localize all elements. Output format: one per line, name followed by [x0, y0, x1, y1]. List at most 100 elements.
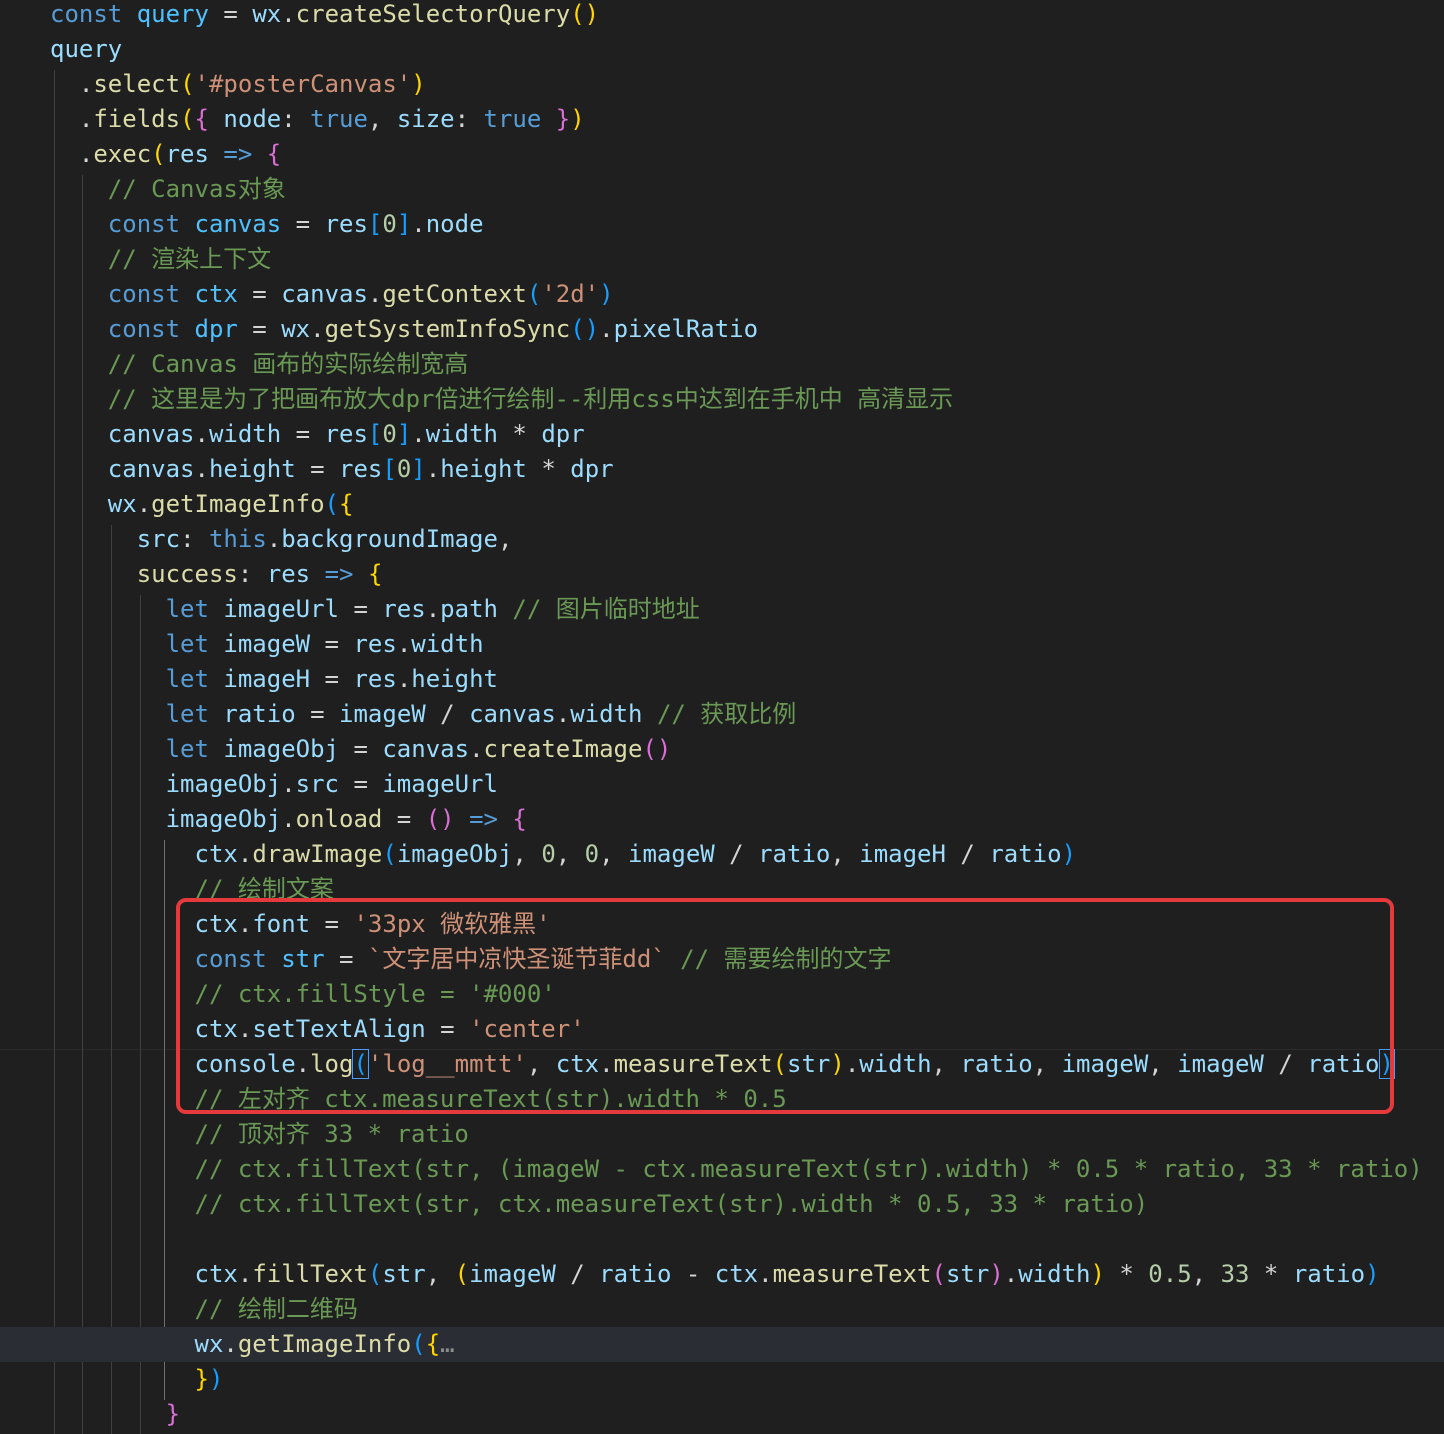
code-token: ( — [151, 140, 166, 168]
code-token: true — [483, 105, 542, 133]
code-line-content: const dpr = wx.getSystemInfoSync().pixel… — [50, 312, 758, 347]
code-line-content: // 绘制二维码 — [50, 1292, 357, 1327]
code-line[interactable]: .select('#posterCanvas') — [0, 67, 1444, 102]
code-line-content: // ctx.fillText(str, (imageW - ctx.measu… — [50, 1152, 1422, 1187]
code-token: pixelRatio — [613, 315, 759, 343]
code-line[interactable]: let imageObj = canvas.createImage() — [0, 732, 1444, 767]
code-token: imageObj — [223, 735, 339, 763]
code-token: ( — [411, 1330, 426, 1358]
code-line[interactable]: // 这里是为了把画布放大dpr倍进行绘制--利用css中达到在手机中 高清显示 — [0, 382, 1444, 417]
code-token: let — [165, 735, 209, 763]
code-line[interactable]: // ctx.fillText(str, ctx.measureText(str… — [0, 1187, 1444, 1222]
code-token: ( — [367, 1260, 383, 1288]
code-line-content: wx.getImageInfo({ — [50, 487, 354, 522]
code-line[interactable]: canvas.width = res[0].width * dpr — [0, 417, 1444, 452]
code-line[interactable]: success: res => { — [0, 557, 1444, 592]
code-token: let — [165, 595, 209, 623]
code-line[interactable]: // ctx.fillText(str, (imageW - ctx.measu… — [0, 1152, 1444, 1187]
code-line-content: const ctx = canvas.getContext('2d') — [50, 277, 614, 312]
code-token: . — [194, 420, 209, 448]
code-line[interactable]: ctx.fillText(str, (imageW / ratio - ctx.… — [0, 1257, 1444, 1292]
code-line-content: src: this.backgroundImage, — [50, 522, 513, 557]
code-line[interactable]: // 顶对齐 33 * ratio — [0, 1117, 1444, 1152]
code-line-content: // 顶对齐 33 * ratio — [50, 1117, 468, 1152]
ellipsis-icon[interactable]: … — [440, 1330, 454, 1358]
code-line-content: success: res => { — [50, 557, 383, 592]
code-line[interactable]: const dpr = wx.getSystemInfoSync().pixel… — [0, 312, 1444, 347]
code-line[interactable]: wx.getImageInfo({… — [0, 1327, 1444, 1362]
code-line[interactable]: }) — [0, 1362, 1444, 1397]
code-line-content: } — [50, 1397, 180, 1432]
code-line[interactable]: // Canvas对象 — [0, 172, 1444, 207]
code-token: size — [396, 105, 455, 133]
code-token: . — [136, 490, 152, 518]
code-line[interactable]: imageObj.onload = () => { — [0, 802, 1444, 837]
code-line[interactable]: // 绘制二维码 — [0, 1292, 1444, 1327]
code-line[interactable]: src: this.backgroundImage, — [0, 522, 1444, 557]
code-line[interactable]: const query = wx.createSelectorQuery() — [0, 0, 1444, 32]
code-line[interactable]: let ratio = imageW / canvas.width // 获取比… — [0, 697, 1444, 732]
code-token: = — [310, 665, 354, 693]
code-token: wx — [107, 490, 137, 518]
code-token: ( — [454, 1260, 470, 1288]
code-token: let — [165, 630, 209, 658]
code-token: . — [1003, 1260, 1019, 1288]
code-line[interactable]: query — [0, 32, 1444, 67]
code-token: ratio — [223, 700, 296, 728]
code-line[interactable]: canvas.height = res[0].height * dpr — [0, 452, 1444, 487]
code-token: wx — [194, 1330, 224, 1358]
code-token: canvas — [107, 455, 195, 483]
code-token: src — [136, 525, 181, 553]
code-line[interactable]: imageObj.src = imageUrl — [0, 767, 1444, 802]
code-line[interactable]: const ctx = canvas.getContext('2d') — [0, 277, 1444, 312]
code-line-content: let imageObj = canvas.createImage() — [50, 732, 672, 767]
code-line[interactable]: const canvas = res[0].node — [0, 207, 1444, 242]
code-token: . — [599, 315, 614, 343]
code-line[interactable]: // Canvas 画布的实际绘制宽高 — [0, 347, 1444, 382]
code-line[interactable]: } — [0, 1397, 1444, 1432]
code-token: width — [425, 420, 498, 448]
code-token: / — [714, 840, 759, 868]
code-line[interactable] — [0, 1222, 1444, 1257]
code-token: = — [339, 735, 383, 763]
code-line[interactable]: let imageH = res.height — [0, 662, 1444, 697]
code-token: ( — [180, 70, 195, 98]
code-token: 0 — [382, 210, 397, 238]
code-line[interactable]: let imageUrl = res.path // 图片临时地址 — [0, 592, 1444, 627]
code-line[interactable]: wx.getImageInfo({ — [0, 487, 1444, 522]
code-token: ] — [411, 455, 426, 483]
code-token: res — [353, 630, 397, 658]
code-line[interactable]: ctx.drawImage(imageObj, 0, 0, imageW / r… — [0, 837, 1444, 872]
code-token: : — [454, 105, 484, 133]
code-line[interactable]: .fields({ node: true, size: true }) — [0, 102, 1444, 137]
code-token: * — [1249, 1260, 1293, 1288]
code-token: src — [295, 770, 339, 798]
code-line[interactable]: .exec(res => { — [0, 137, 1444, 172]
code-token: ) — [570, 105, 585, 133]
code-token: . — [758, 1260, 773, 1288]
code-token: , — [367, 105, 397, 133]
code-line-content: imageObj.onload = () => { — [50, 802, 527, 837]
code-token: . — [396, 630, 412, 658]
code-token: 0.5 — [1148, 1260, 1192, 1288]
code-token: } — [194, 1365, 209, 1393]
code-token: . — [555, 700, 571, 728]
code-token: const — [50, 0, 123, 28]
code-token: str — [382, 1260, 426, 1288]
code-token: ) — [208, 1365, 224, 1393]
code-token: height — [411, 665, 498, 693]
code-line[interactable]: let imageW = res.width — [0, 627, 1444, 662]
code-line-content: let imageUrl = res.path // 图片临时地址 — [50, 592, 700, 627]
code-line-content: .exec(res => { — [50, 137, 281, 172]
code-token: - — [671, 1260, 715, 1288]
code-token: ratio — [989, 840, 1062, 868]
code-line[interactable]: // 渲染上下文 — [0, 242, 1444, 277]
code-token: canvas — [469, 700, 556, 728]
code-editor[interactable]: const query = wx.createSelectorQuery() qu… — [0, 0, 1444, 1434]
